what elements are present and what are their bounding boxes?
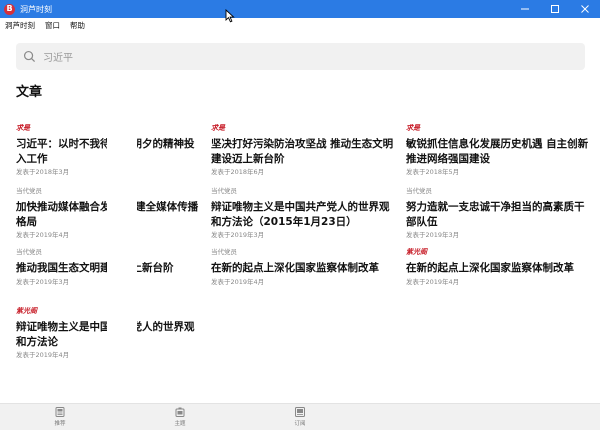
article-title[interactable]: 辩证唯物主义是中国共产党人的世界观和方法论（2015年1月23日）	[211, 200, 396, 229]
rendering-gap	[107, 137, 137, 157]
article-card[interactable]: 当代党员 努力造就一支忠诚干净担当的高素质干部队伍 发表于2019年3月	[406, 185, 591, 240]
article-title[interactable]: 敏锐抓住信息化发展历史机遇 自主创新推进网络强国建设	[406, 137, 591, 166]
article-source: 当代党员	[211, 187, 237, 195]
article-card[interactable]: 求是 敏锐抓住信息化发展历史机遇 自主创新推进网络强国建设 发表于2018年5月	[406, 122, 591, 177]
article-card[interactable]: 紫光阁 在新的起点上深化国家监察体制改革 发表于2019年4月	[406, 246, 591, 287]
tab-topic[interactable]: 主题	[160, 407, 200, 427]
minimize-icon	[521, 8, 529, 10]
article-source: 紫光阁	[406, 247, 427, 256]
article-source: 求是	[211, 123, 225, 132]
close-button[interactable]	[570, 0, 600, 18]
maximize-button[interactable]	[540, 0, 570, 18]
rendering-gap	[107, 261, 137, 281]
tab-subscribe[interactable]: 订阅	[280, 407, 320, 427]
article-date: 发表于2019年4月	[406, 277, 460, 286]
article-date: 发表于2019年4月	[211, 277, 265, 286]
title-bar[interactable]: B 洞芦时刻	[0, 0, 600, 18]
article-source: 当代党员	[406, 187, 432, 195]
article-date: 发表于2018年6月	[211, 168, 265, 176]
article-date: 发表于2019年4月	[16, 351, 70, 359]
article-title[interactable]: 努力造就一支忠诚干净担当的高素质干部队伍	[406, 200, 591, 229]
rendering-gap	[107, 200, 137, 220]
search-input[interactable]	[43, 51, 543, 62]
tab-label: 推荐	[54, 421, 66, 427]
bottom-tab-bar: 推荐 主题 订阅	[0, 403, 600, 430]
article-title[interactable]: 在新的起点上深化国家监察体制改革	[211, 261, 396, 276]
article-date: 发表于2019年3月	[406, 231, 460, 239]
tab-recommend[interactable]: 推荐	[40, 407, 80, 427]
article-source: 当代党员	[211, 248, 237, 256]
article-source: 紫光阁	[16, 306, 37, 315]
menu-item-help[interactable]: 帮助	[70, 20, 85, 31]
window-controls	[510, 0, 600, 18]
article-date: 发表于2018年5月	[406, 168, 460, 176]
article-title[interactable]: 在新的起点上深化国家监察体制改革	[406, 261, 591, 276]
section-title: 文章	[16, 85, 43, 100]
article-source: 求是	[16, 123, 30, 132]
mouse-cursor-icon	[225, 9, 235, 23]
app-window: B 洞芦时刻 洞芦时刻 窗口 帮助 文章 求是 习近平：以时不我	[0, 0, 600, 430]
article-date: 发表于2019年3月	[211, 231, 265, 239]
window-title: 洞芦时刻	[20, 4, 52, 14]
maximize-icon	[551, 5, 559, 13]
tab-label: 主题	[174, 421, 186, 427]
article-card[interactable]: 当代党员 辩证唯物主义是中国共产党人的世界观和方法论（2015年1月23日） 发…	[211, 185, 396, 240]
article-title[interactable]: 坚决打好污染防治攻坚战 推动生态文明建设迈上新台阶	[211, 137, 396, 166]
menu-item-app[interactable]: 洞芦时刻	[5, 20, 35, 31]
article-date: 发表于2018年3月	[16, 168, 70, 176]
rendering-gap	[107, 320, 137, 340]
close-icon	[581, 5, 589, 13]
menu-item-window[interactable]: 窗口	[45, 20, 60, 31]
article-card[interactable]: 当代党员 在新的起点上深化国家监察体制改革 发表于2019年4月	[211, 246, 396, 287]
article-date: 发表于2019年4月	[16, 231, 70, 239]
app-logo-icon: B	[4, 3, 15, 15]
minimize-button[interactable]	[510, 0, 540, 18]
article-source: 当代党员	[16, 248, 42, 256]
topic-icon	[175, 407, 185, 417]
tab-label: 订阅	[294, 421, 306, 427]
search-box[interactable]	[16, 43, 585, 70]
article-source: 求是	[406, 123, 420, 132]
article-card[interactable]: 求是 坚决打好污染防治攻坚战 推动生态文明建设迈上新台阶 发表于2018年6月	[211, 122, 396, 177]
menu-bar: 洞芦时刻 窗口 帮助	[0, 18, 600, 32]
article-source: 当代党员	[16, 187, 42, 195]
subscribe-icon	[295, 407, 305, 417]
recommend-icon	[55, 407, 65, 417]
search-icon	[23, 50, 36, 63]
